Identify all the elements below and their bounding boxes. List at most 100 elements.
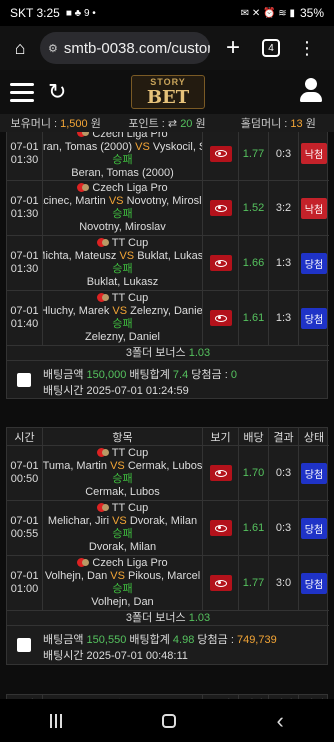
- match-info: Czech Liga Pro Tacinec, Martin VS Novotn…: [43, 181, 203, 235]
- view-cell: [203, 236, 239, 290]
- bet-summary: 배팅금액 150,550 배팅합계 4.98 당첨금 : 749,739 배팅시…: [7, 626, 329, 665]
- away-team: Cermak, Lubos: [127, 460, 203, 472]
- status-badge: 낙첨: [300, 197, 328, 219]
- view-eye-icon[interactable]: [209, 520, 232, 536]
- home-team: Tuma, Martin: [43, 460, 107, 472]
- away-team: Buklat, Lukasz: [137, 250, 203, 262]
- score: 0:3: [269, 501, 299, 555]
- odds: 1.77: [239, 132, 269, 180]
- match-time: 07-01 01:00: [7, 556, 43, 610]
- match-time: 07-01 00:55: [7, 501, 43, 555]
- view-cell: [203, 556, 239, 610]
- table-tennis-icon: [77, 182, 90, 195]
- odds: 1.70: [239, 446, 269, 500]
- site-logo[interactable]: STORY BET: [131, 75, 205, 109]
- score: 3:0: [269, 556, 299, 610]
- view-eye-icon[interactable]: [209, 255, 232, 271]
- away-team: Vyskocil, Ste: [152, 140, 202, 153]
- hamburger-menu-icon[interactable]: [10, 82, 34, 102]
- league-name: TT Cup: [111, 292, 149, 304]
- tab-switcher-button[interactable]: 4: [262, 39, 280, 57]
- address-bar[interactable]: ⚙ smtb-0038.com/custon: [40, 32, 210, 64]
- folder-bonus: 3폴더 보너스 1.03: [7, 346, 329, 361]
- table-tennis-icon: [96, 292, 109, 305]
- market-type: 승패: [112, 583, 133, 595]
- selected-pick: Cermak, Lubos: [85, 486, 160, 498]
- view-eye-icon[interactable]: [209, 145, 232, 162]
- browser-toolbar: ⌂ ⚙ smtb-0038.com/custon + 4 ⋮: [0, 26, 334, 70]
- recent-apps-icon[interactable]: [50, 713, 63, 728]
- home-icon[interactable]: ⌂: [0, 38, 40, 59]
- home-button-icon[interactable]: [162, 713, 177, 728]
- header-result: 결과: [269, 428, 299, 446]
- total-odds-value: 4.98: [172, 634, 195, 646]
- win-amount-value: 0: [230, 369, 237, 381]
- away-team: Novotny, Miroslav: [126, 195, 202, 207]
- market-type: 승패: [112, 153, 133, 166]
- odds: 1.61: [239, 501, 269, 555]
- bet-time-value: 2025-07-01 01:24:59: [86, 385, 189, 397]
- status-badge: 당첨: [300, 572, 328, 594]
- holdem-value: 13: [290, 118, 303, 130]
- site-settings-icon[interactable]: ⚙: [48, 42, 58, 55]
- match-info: Czech Liga Pro Volhejn, Dan VS Pikous, M…: [43, 556, 203, 610]
- more-menu-icon[interactable]: ⋮: [298, 38, 316, 59]
- header-time: 시간: [7, 428, 43, 446]
- money-balance: 보유머니 : 1,500 원: [0, 115, 111, 131]
- points-balance: 포인트 : ⇄ 20 원: [111, 115, 222, 131]
- league-name: Czech Liga Pro: [92, 182, 168, 194]
- bet-amount-label: 배팅금액: [43, 634, 84, 646]
- bonus-value: 1.03: [188, 612, 211, 624]
- site-header: ↻ STORY BET: [0, 70, 334, 114]
- header-status: 상태: [303, 432, 325, 444]
- points-label: 포인트 :: [128, 118, 165, 130]
- table-row: 07-0101:30 Czech Liga Pro Tacinec, Marti…: [7, 181, 329, 236]
- new-tab-icon[interactable]: +: [210, 34, 256, 62]
- header-item: 항목: [43, 428, 203, 446]
- bet-history-list[interactable]: 07-0101:30 Czech Liga Pro Beran, Tomas (…: [0, 132, 334, 699]
- status-badge: 당첨: [300, 252, 328, 274]
- away-team: Zelezny, Daniel: [130, 305, 203, 317]
- selected-pick: Volhejn, Dan: [91, 596, 154, 608]
- match-time: 07-01 01:30: [7, 181, 43, 235]
- selected-pick: Novotny, Miroslav: [79, 221, 166, 233]
- match-info: TT Cup Michta, Mateusz VS Buklat, Lukasz…: [43, 236, 203, 290]
- table-row: 07-01 01:00 Czech Liga Pro Volhejn, Dan V…: [7, 556, 329, 611]
- view-eye-icon[interactable]: [209, 310, 232, 326]
- refresh-icon[interactable]: ↻: [48, 79, 66, 105]
- holdem-balance: 홀덤머니 : 13 원: [223, 115, 334, 131]
- league-name: Czech Liga Pro: [92, 557, 168, 569]
- home-team: Volhejn, Dan: [44, 570, 108, 582]
- score: 3:2: [269, 181, 299, 235]
- selected-pick: Zelezny, Daniel: [85, 331, 160, 343]
- league-name: TT Cup: [111, 237, 149, 249]
- home-team: Tacinec, Martin: [43, 195, 106, 207]
- points-convert-icon[interactable]: ⇄: [168, 118, 177, 130]
- money-unit: 원: [90, 118, 101, 130]
- score: 0:3: [269, 132, 299, 180]
- header-view: 보기: [203, 428, 239, 446]
- table-row: 07-01 00:55 TT Cup Melichar, Jiri VS Dvor…: [7, 501, 329, 556]
- select-checkbox[interactable]: [17, 638, 31, 652]
- match-info: TT Cup Tuma, Martin VS Cermak, Lubos 승패 …: [43, 446, 203, 500]
- bet-amount-label: 배팅금액: [43, 369, 84, 381]
- status-cell: 당첨: [299, 446, 329, 500]
- user-icon[interactable]: [300, 78, 322, 104]
- back-icon[interactable]: ‹: [277, 708, 284, 734]
- view-eye-icon[interactable]: [209, 575, 232, 591]
- score: 0:3: [269, 446, 299, 500]
- view-eye-icon[interactable]: [209, 200, 232, 216]
- select-checkbox[interactable]: [17, 373, 31, 387]
- status-notification-icons: ■ ♣ 9 •: [65, 7, 96, 19]
- league-name: Czech Liga Pro: [92, 132, 168, 140]
- points-unit: 원: [195, 118, 206, 130]
- home-team: Melichar, Jiri: [47, 515, 110, 527]
- money-value: 1,500: [60, 118, 88, 130]
- logo-main-text: BET: [146, 87, 190, 108]
- view-eye-icon[interactable]: [209, 465, 232, 481]
- bet-slip: 07-0101:30 Czech Liga Pro Beran, Tomas (…: [6, 132, 329, 399]
- table-row: 07-0101:30 Czech Liga Pro Beran, Tomas (…: [7, 132, 329, 181]
- view-cell: [203, 446, 239, 500]
- bonus-label: 3폴더 보너스: [125, 347, 186, 359]
- odds: 1.66: [239, 236, 269, 290]
